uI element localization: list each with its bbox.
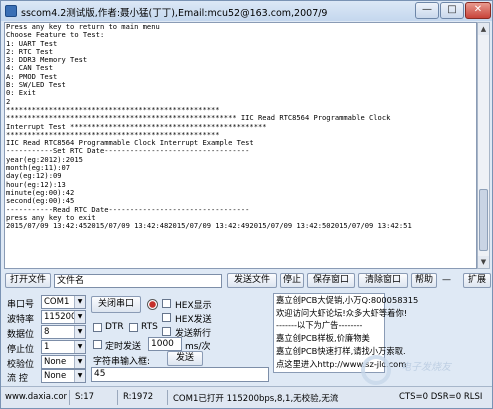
scrollbar-thumb[interactable] (479, 189, 488, 251)
filename-input[interactable]: 文件名 (54, 274, 222, 288)
close-port-button[interactable]: 关闭串口 (91, 296, 141, 313)
ad-line: 欢迎访问大虾论坛!众多大虾等着你! (276, 307, 408, 318)
stopbits-select[interactable]: 1 ▼ (41, 340, 86, 354)
expand-button[interactable]: 扩展 (463, 273, 491, 288)
hex-display-label: HEX显示 (175, 301, 212, 311)
chevron-down-icon: ▼ (74, 356, 85, 368)
timed-send-label: 定时发送 (105, 342, 142, 352)
databits-select[interactable]: 8 ▼ (41, 325, 86, 339)
scroll-down-arrow-icon[interactable]: ▼ (478, 256, 489, 268)
rts-label: RTS (141, 322, 158, 332)
timed-send-checkbox[interactable] (93, 340, 102, 349)
receive-terminal[interactable]: Press any key to return to main menu Choo… (4, 22, 477, 269)
flow-select[interactable]: None ▼ (41, 369, 86, 383)
parity-select[interactable]: None ▼ (41, 355, 86, 369)
dtr-label: DTR (105, 322, 124, 332)
rts-checkbox[interactable] (129, 323, 138, 332)
terminal-line: 4: CAN Test (6, 63, 53, 73)
window-title: sscom4.2测试版,作者:聂小猛(丁丁),Email:mcu52@163.c… (21, 8, 328, 19)
close-button[interactable]: ✕ (465, 2, 491, 19)
flow-label: 流 控 (7, 374, 28, 384)
terminal-line: 2015/07/09 13:42:452015/07/09 13:42:4820… (6, 221, 412, 231)
dtr-checkbox[interactable] (93, 323, 102, 332)
terminal-line: 3: DDR3 Memory Test (6, 55, 88, 65)
databits-value: 8 (44, 327, 50, 337)
watermark-logo-icon (361, 355, 391, 385)
status-divider (117, 390, 118, 405)
string-input-label: 字符串输入框: (93, 357, 151, 367)
open-file-button[interactable]: 打开文件 (5, 273, 51, 288)
interval-input[interactable]: 1000 (148, 337, 182, 351)
terminal-line: day(eg:12):09 (6, 171, 62, 181)
status-divider (69, 390, 70, 405)
hex-send-checkbox[interactable] (162, 313, 171, 322)
status-port-info: COM1已打开 115200bps,8,1,无校验,无流 (173, 394, 339, 404)
ad-line: -------以下为广告-------- (276, 320, 363, 331)
chevron-down-icon: ▼ (74, 296, 85, 308)
chevron-down-icon: ▼ (74, 341, 85, 353)
clear-window-button[interactable]: 清除窗口 (358, 273, 408, 288)
terminal-line: month(eg:11):07 (6, 163, 71, 173)
hex-send-label: HEX发送 (175, 315, 212, 325)
stopbits-label: 停止位 (7, 345, 35, 355)
port-select[interactable]: COM1 ▼ (41, 295, 86, 309)
terminal-line: Choose Feature to Test: (6, 30, 105, 40)
send-text-input[interactable]: 45 (91, 367, 269, 382)
ad-line: 嘉立创PCB大促销,小万Q:800058315 (276, 295, 419, 305)
terminal-line: hour(eg:12):13 (6, 179, 66, 189)
flow-value: None (44, 371, 67, 381)
stopbits-value: 1 (44, 342, 50, 352)
help-button[interactable]: 帮助 (411, 273, 437, 288)
save-window-button[interactable]: 保存窗口 (307, 273, 355, 288)
chevron-down-icon: ▼ (74, 311, 85, 323)
terminal-line: year(eg:2012):2015 (6, 154, 83, 164)
port-value: COM1 (44, 297, 70, 307)
minimize-button[interactable]: — (415, 2, 439, 19)
app-window: sscom4.2测试版,作者:聂小猛(丁丁),Email:mcu52@163.c… (0, 0, 493, 409)
hex-display-checkbox[interactable] (162, 299, 171, 308)
send-file-button[interactable]: 发送文件 (227, 273, 277, 288)
stop-button[interactable]: 停止 (280, 273, 304, 288)
ad-line: 嘉立创PCB快速打样,请找小万索取. (276, 345, 406, 356)
baud-value: 115200 (44, 312, 77, 322)
chevron-down-icon: ▼ (74, 370, 85, 382)
terminal-line: minute(eg:00):42 (6, 187, 75, 197)
terminal-scrollbar[interactable]: ▲ ▼ (477, 22, 490, 269)
status-url[interactable]: www.daxia.cor (5, 392, 67, 402)
terminal-line: 0: Exit (6, 88, 36, 98)
databits-label: 数据位 (7, 330, 35, 340)
port-label: 串口号 (7, 300, 35, 310)
watermark-text: 电子发烧友 (401, 362, 451, 373)
separator-dash: — (442, 275, 451, 285)
send-button[interactable]: 发送 (167, 351, 203, 366)
parity-value: None (44, 357, 67, 367)
app-icon (5, 5, 17, 17)
maximize-button[interactable]: □ (440, 2, 464, 19)
ad-line: 嘉立创PCB样板,价廉物美 (276, 333, 370, 344)
scroll-up-arrow-icon[interactable]: ▲ (478, 23, 489, 35)
baud-select[interactable]: 115200 ▼ (41, 310, 86, 324)
title-bar: sscom4.2测试版,作者:聂小猛(丁丁),Email:mcu52@163.c… (1, 1, 492, 21)
status-received-count: R:1972 (123, 392, 154, 402)
parity-label: 校验位 (7, 360, 35, 370)
terminal-line: A: PMOD Test (6, 71, 58, 81)
send-newline-checkbox[interactable] (162, 327, 171, 336)
status-divider (167, 390, 168, 405)
status-signals: CTS=0 DSR=0 RLSI (399, 392, 483, 402)
baud-label: 波特率 (7, 315, 35, 325)
status-bar: www.daxia.cor S:17 R:1972 COM1已打开 115200… (1, 386, 492, 408)
terminal-line: 1: UART Test (6, 38, 58, 48)
port-status-indicator-icon (147, 299, 158, 310)
chevron-down-icon: ▼ (74, 326, 85, 338)
terminal-line: B: SW/LED Test (6, 80, 66, 90)
status-sent-count: S:17 (75, 392, 95, 402)
